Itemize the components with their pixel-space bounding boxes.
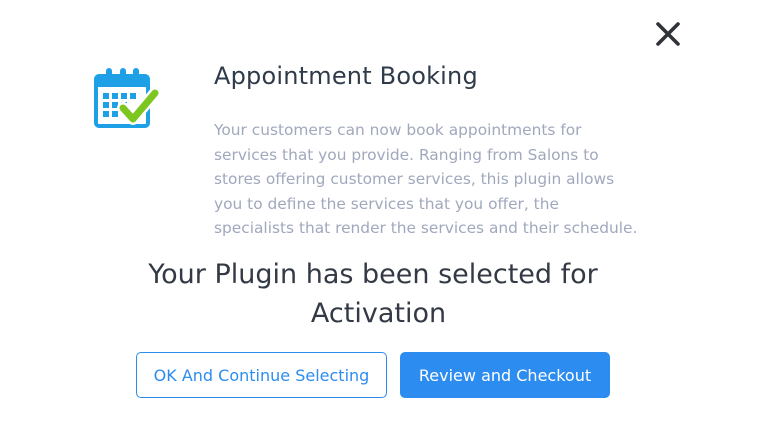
- activation-message-line2: Activation: [310, 298, 447, 329]
- description-line: specialists that render the services and…: [214, 219, 638, 237]
- plugin-title: Appointment Booking: [214, 62, 478, 90]
- calendar-check-icon: [94, 68, 159, 128]
- plugin-description: Your customers can now book appointments…: [214, 118, 684, 241]
- description-line: services that you provide. Ranging from …: [214, 145, 599, 164]
- continue-selecting-button[interactable]: OK And Continue Selecting: [136, 352, 387, 398]
- description-line: Your customers can now book appointments…: [214, 121, 582, 139]
- plugin-activation-modal: Appointment Booking Your customers can n…: [0, 0, 757, 428]
- close-button[interactable]: [650, 20, 686, 50]
- activation-message-line1: Your Plugin has been selected for: [148, 259, 598, 290]
- description-line: stores offering customer services, this …: [214, 170, 615, 188]
- description-line: you to define the services that you offe…: [214, 194, 559, 213]
- activation-message: Your Plugin has been selected for Activa…: [0, 255, 757, 333]
- close-icon: [656, 22, 680, 46]
- review-checkout-button[interactable]: Review and Checkout: [400, 352, 610, 398]
